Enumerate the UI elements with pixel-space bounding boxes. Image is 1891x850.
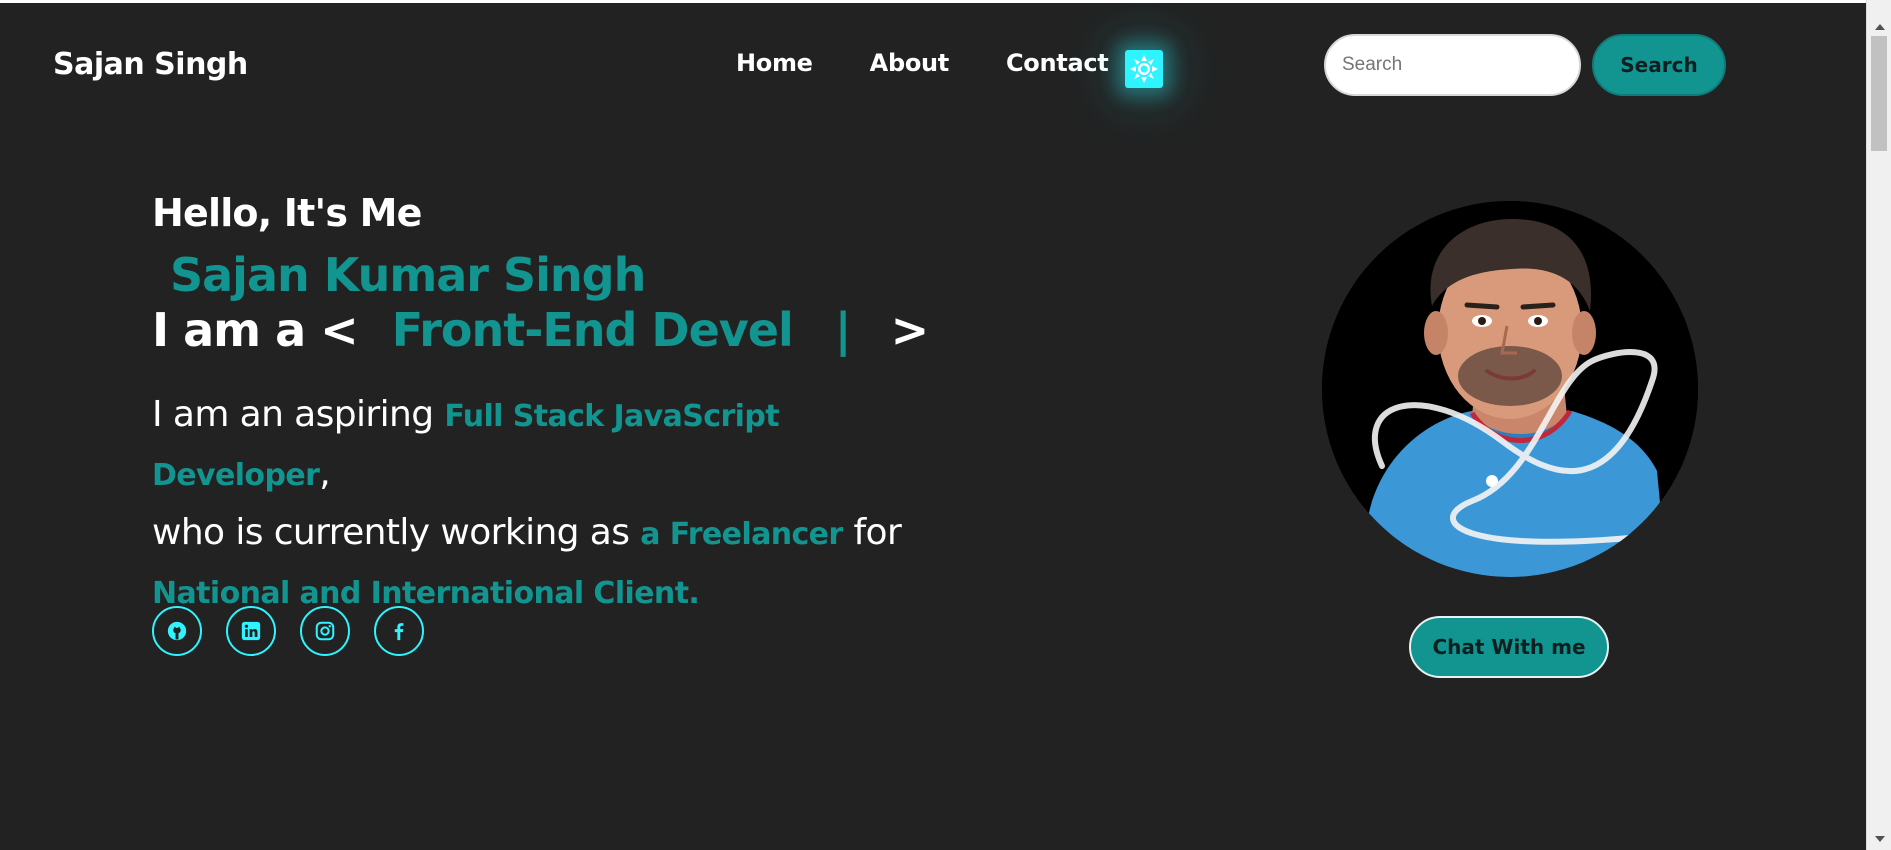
desc-text-2: who is currently working as (152, 512, 641, 553)
typing-line: I am a < Front-End Devel | > (152, 303, 930, 357)
desc-highlight-freelancer: a Freelancer (640, 517, 843, 552)
typing-role: Front-End Devel (391, 303, 794, 357)
github-link[interactable] (152, 606, 202, 656)
scroll-up-arrow-icon[interactable] (1875, 24, 1885, 30)
desc-text-1: I am an aspiring (152, 394, 445, 435)
sun-icon (1130, 55, 1158, 83)
search-input[interactable] (1324, 34, 1581, 96)
scroll-down-arrow-icon[interactable] (1875, 836, 1885, 842)
facebook-icon (394, 623, 404, 641)
desc-text-3: for (842, 512, 902, 553)
instagram-icon (315, 621, 335, 641)
page: Sajan Singh Home About Contact Search He… (0, 3, 1866, 850)
search-button[interactable]: Search (1592, 34, 1726, 96)
linkedin-icon (241, 621, 261, 641)
desc-comma: , (319, 453, 331, 494)
scroll-thumb[interactable] (1871, 36, 1887, 151)
typing-suffix: > (890, 303, 930, 357)
github-icon (167, 621, 187, 641)
chat-with-me-button[interactable]: Chat With me (1409, 616, 1609, 678)
hero-description: I am an aspiring Full Stack JavaScript D… (152, 386, 952, 622)
social-links (152, 606, 424, 656)
hero-name: Sajan Kumar Singh (170, 248, 646, 302)
linkedin-link[interactable] (226, 606, 276, 656)
nav-home[interactable]: Home (736, 49, 813, 77)
profile-avatar (1322, 201, 1698, 577)
facebook-link[interactable] (374, 606, 424, 656)
typing-prefix: I am a < (152, 303, 359, 357)
greeting: Hello, It's Me (152, 191, 422, 235)
instagram-link[interactable] (300, 606, 350, 656)
theme-toggle-button[interactable] (1125, 50, 1163, 88)
profile-portrait-illustration (1322, 201, 1698, 577)
typing-cursor: | (834, 303, 852, 357)
main-nav: Home About Contact (736, 49, 1109, 77)
brand-logo[interactable]: Sajan Singh (53, 47, 248, 82)
page-scrollbar[interactable] (1866, 0, 1891, 850)
nav-about[interactable]: About (870, 49, 950, 77)
nav-contact[interactable]: Contact (1006, 49, 1109, 77)
